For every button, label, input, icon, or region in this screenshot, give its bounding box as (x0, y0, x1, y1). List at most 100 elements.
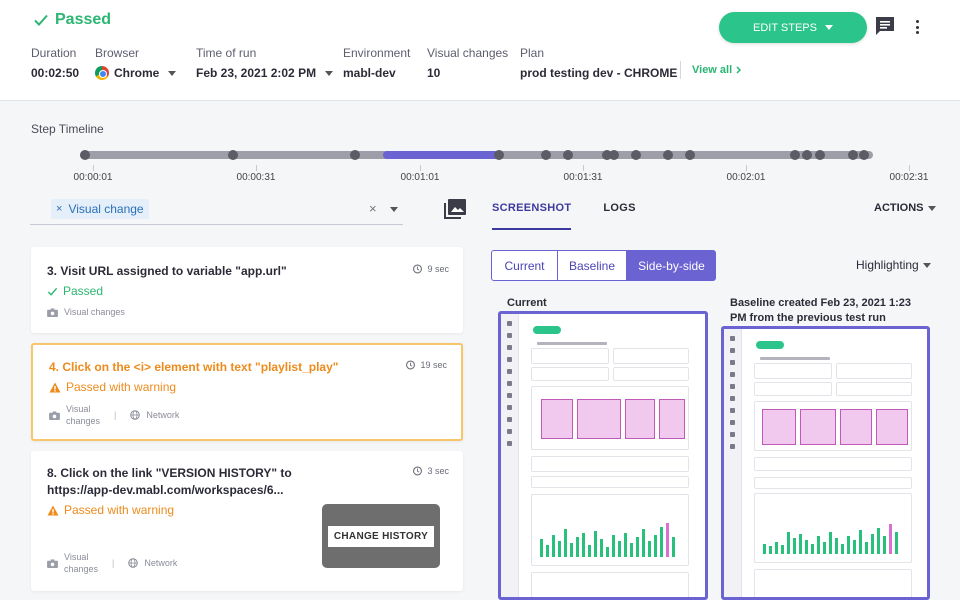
timeline-step-dot[interactable] (848, 150, 858, 160)
baseline-screenshot[interactable] (721, 326, 930, 600)
timeline-selected-range[interactable] (383, 151, 500, 159)
timeline-tick (909, 165, 910, 171)
current-screenshot[interactable] (498, 311, 708, 600)
tab-logs[interactable]: LOGS (603, 202, 635, 230)
actions-label: ACTIONS (874, 202, 924, 214)
plan-value[interactable]: prod testing dev - CHROME (520, 66, 677, 80)
timeline-label: 00:01:01 (400, 172, 440, 183)
environment-label: Environment (343, 46, 411, 60)
status-text: Passed (55, 11, 112, 28)
mini-stat (754, 382, 832, 396)
timeline-step-dot[interactable] (228, 150, 238, 160)
test-run-header: Passed Duration 00:02:50 Browser Chrome … (0, 0, 960, 101)
timeline-step-dot[interactable] (350, 150, 360, 160)
chevron-down-icon (824, 25, 833, 30)
highlighting-label: Highlighting (856, 258, 919, 272)
thumbnail-text: CHANGE HISTORY (327, 525, 435, 547)
baseline-screenshot-label: Baseline created Feb 23, 2021 1:23 PM fr… (730, 297, 911, 324)
timeline-step-dot[interactable] (494, 150, 504, 160)
screenshot-logs-tabs: SCREENSHOT LOGS (492, 202, 668, 230)
visual-changes-label: Visual changes (427, 46, 509, 60)
timeline-step-dot[interactable] (80, 150, 90, 160)
clear-filter-icon[interactable]: × (369, 201, 377, 216)
step-duration: 9 sec (412, 263, 449, 274)
check-icon (34, 14, 48, 26)
globe-icon (130, 410, 141, 420)
timeline-tick (256, 165, 257, 171)
tab-screenshot[interactable]: SCREENSHOT (492, 202, 572, 230)
step-card[interactable]: 3. Visit URL assigned to variable "app.u… (31, 247, 463, 333)
chevron-down-icon (168, 70, 177, 76)
timeline-step-dot[interactable] (563, 150, 573, 160)
plan-field: Plan prod testing dev - CHROME (520, 46, 677, 80)
alarm-clock-icon (413, 264, 423, 274)
timeline-step-dot[interactable] (685, 150, 695, 160)
network-link[interactable]: Network (144, 558, 177, 568)
step-card-selected[interactable]: 4. Click on the <i> element with text "p… (31, 343, 463, 441)
timeline-step-dot[interactable] (790, 150, 800, 160)
visual-changes-link[interactable]: Visual changes (66, 403, 100, 427)
browser-select[interactable]: Chrome (95, 66, 177, 80)
image-gallery-icon[interactable] (443, 198, 467, 220)
current-view-button[interactable]: Current (491, 250, 558, 281)
filter-chip[interactable]: × Visual change (51, 199, 149, 219)
run-status: Passed (33, 11, 111, 29)
visual-changes-link[interactable]: Visual changes (64, 551, 98, 575)
view-all-link[interactable]: View all (692, 64, 742, 76)
chevron-down-icon[interactable] (390, 207, 398, 212)
mini-chart (531, 494, 689, 566)
highlighting-dropdown[interactable]: Highlighting (856, 258, 931, 272)
mini-row (754, 477, 912, 489)
step-result-text: Passed (63, 284, 104, 298)
view-all-text: View all (692, 64, 733, 76)
camera-icon (47, 558, 58, 568)
timeline-step-dot[interactable] (541, 150, 551, 160)
timeline-step-dot[interactable] (631, 150, 641, 160)
timeline-step-dot[interactable] (663, 150, 673, 160)
step-footer: Visual changes | Network (47, 551, 177, 575)
timeline-step-dot[interactable] (802, 150, 812, 160)
remove-chip-icon[interactable]: × (56, 203, 62, 215)
timeline-label: 00:02:31 (889, 172, 929, 183)
time-of-run-select[interactable]: Feb 23, 2021 2:02 PM (196, 66, 334, 80)
step-duration: 19 sec (405, 359, 447, 370)
view-mode-toggle: Current Baseline Side-by-side (491, 250, 716, 281)
duration-field: Duration 00:02:50 (31, 46, 79, 80)
step-duration-text: 19 sec (420, 359, 447, 370)
actions-menu[interactable]: ACTIONS (874, 202, 936, 214)
environment-field: Environment mabl-dev (343, 46, 410, 80)
edit-steps-button[interactable]: EDIT STEPS (719, 12, 867, 43)
browser-value: Chrome (114, 66, 160, 80)
timeline-tick (746, 165, 747, 171)
timeline-step-dot[interactable] (609, 150, 619, 160)
timeline-track[interactable] (80, 150, 873, 160)
timeline-label: 00:01:31 (563, 172, 603, 183)
more-options-icon[interactable] (911, 18, 923, 36)
diff-highlight (659, 399, 685, 439)
timeline-step-dot[interactable] (859, 150, 869, 160)
visual-changes-link[interactable]: Visual changes (64, 307, 125, 317)
comment-icon[interactable] (874, 15, 896, 37)
current-screenshot-label: Current (507, 297, 547, 309)
warning-icon (47, 505, 59, 515)
step-card[interactable]: 8. Click on the link "VERSION HISTORY" t… (31, 451, 463, 591)
timeline-step-dot[interactable] (815, 150, 825, 160)
diff-highlight (840, 409, 872, 445)
network-link[interactable]: Network (146, 410, 179, 420)
step-result-text: Passed with warning (66, 380, 177, 394)
mini-stat (531, 367, 609, 381)
visual-changes-line1: Visual (64, 552, 89, 562)
duration-label: Duration (31, 46, 77, 60)
mini-stat (613, 367, 689, 381)
mini-stat (613, 348, 689, 364)
environment-value: mabl-dev (343, 66, 396, 80)
baseline-view-button[interactable]: Baseline (558, 250, 627, 281)
timeline-tick (583, 165, 584, 171)
side-by-side-view-button[interactable]: Side-by-side (627, 250, 716, 281)
visual-changes-value: 10 (427, 66, 441, 80)
step-screenshot-thumbnail[interactable]: CHANGE HISTORY (322, 504, 440, 568)
timeline-tick (420, 165, 421, 171)
step-title: 4. Click on the <i> element with text "p… (49, 360, 339, 374)
step-footer: Visual changes (47, 307, 125, 317)
step-filter-input[interactable]: × Visual change × (30, 197, 403, 225)
